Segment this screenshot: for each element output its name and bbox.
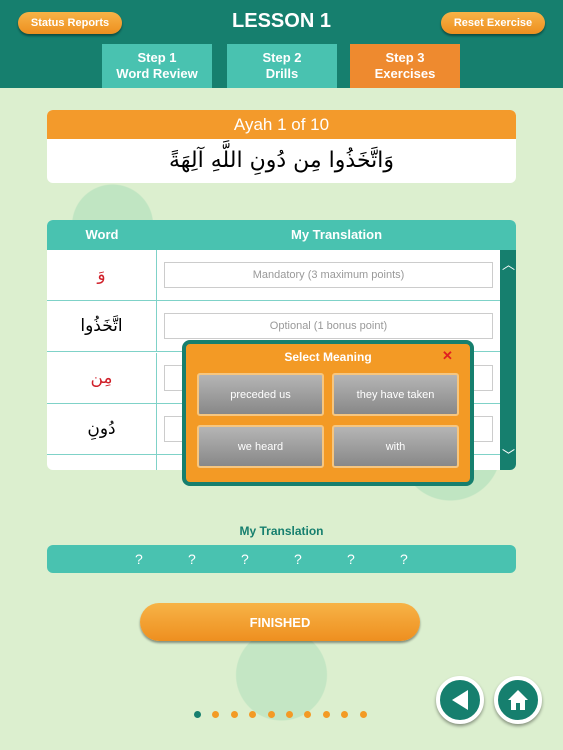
page-dot[interactable] xyxy=(267,711,275,718)
back-arrow-icon xyxy=(452,690,468,710)
tab-step3[interactable]: Step 3 Exercises xyxy=(350,44,460,88)
reset-exercise-button[interactable]: Reset Exercise xyxy=(441,12,545,34)
chevron-down-icon[interactable]: ﹀ xyxy=(502,445,515,464)
word-cell: وَ xyxy=(47,250,157,300)
finished-button[interactable]: FINISHED xyxy=(140,603,420,641)
page-dot[interactable] xyxy=(341,711,349,718)
ayah-card: Ayah 1 of 10 وَاتَّخَذُوا مِن دُونِ اللَ… xyxy=(47,110,516,183)
back-button[interactable] xyxy=(436,676,484,724)
translation-slot: ? xyxy=(188,551,196,567)
page-dot[interactable] xyxy=(194,711,201,718)
meaning-option[interactable]: with xyxy=(332,425,459,468)
meaning-option[interactable]: we heard xyxy=(197,425,324,468)
translation-slot: ? xyxy=(400,551,408,567)
my-translation-label: My Translation xyxy=(239,524,324,538)
page-dot[interactable] xyxy=(230,711,238,718)
page-dot[interactable] xyxy=(286,711,293,718)
translation-slot: ? xyxy=(135,551,143,567)
page-dot[interactable] xyxy=(322,711,330,718)
tab-step2[interactable]: Step 2 Drills xyxy=(227,44,337,88)
table-row: وَ Mandatory (3 maximum points) xyxy=(47,250,500,301)
translation-input[interactable]: Optional (1 bonus point) xyxy=(164,313,493,339)
translation-bar: ? ? ? ? ? ? xyxy=(47,545,516,573)
scrollbar[interactable]: ︿ ﹀ xyxy=(500,250,516,470)
page-dot[interactable] xyxy=(304,711,312,718)
word-cell: مِن xyxy=(47,353,157,403)
chevron-up-icon[interactable]: ︿ xyxy=(502,254,515,273)
select-meaning-popup: Select Meaning ✕ preceded us they have t… xyxy=(182,340,474,486)
home-icon xyxy=(508,690,528,710)
translation-slot: ? xyxy=(347,551,355,567)
word-column-header: Word xyxy=(85,227,119,242)
tab-label: Exercises xyxy=(374,66,436,81)
translation-input[interactable]: Mandatory (3 maximum points) xyxy=(164,262,493,288)
popup-title: Select Meaning xyxy=(284,350,372,364)
translation-slot: ? xyxy=(294,551,302,567)
tab-step1[interactable]: Step 1 Word Review xyxy=(102,44,212,88)
page-dot[interactable] xyxy=(212,711,220,718)
tab-label: Step 2 xyxy=(262,50,302,65)
meaning-option[interactable]: preceded us xyxy=(197,373,324,416)
close-icon[interactable]: ✕ xyxy=(442,348,453,364)
meaning-option[interactable]: they have taken xyxy=(332,373,459,416)
page-dot[interactable] xyxy=(249,711,257,718)
ayah-text: وَاتَّخَذُوا مِن دُونِ اللَّهِ آلِهَةً xyxy=(168,148,395,173)
tab-label: Drills xyxy=(265,66,299,81)
translation-slot: ? xyxy=(241,551,249,567)
translation-column-header: My Translation xyxy=(290,227,383,242)
word-cell: دُونِ xyxy=(47,404,157,454)
tab-label: Step 1 xyxy=(137,50,177,65)
ayah-counter: Ayah 1 of 10 xyxy=(47,110,516,139)
word-cell: اتَّخَذُوا xyxy=(47,301,157,351)
home-button[interactable] xyxy=(494,676,542,724)
tab-label: Word Review xyxy=(116,66,198,81)
page-dot[interactable] xyxy=(359,711,367,718)
tab-label: Step 3 xyxy=(385,50,425,65)
